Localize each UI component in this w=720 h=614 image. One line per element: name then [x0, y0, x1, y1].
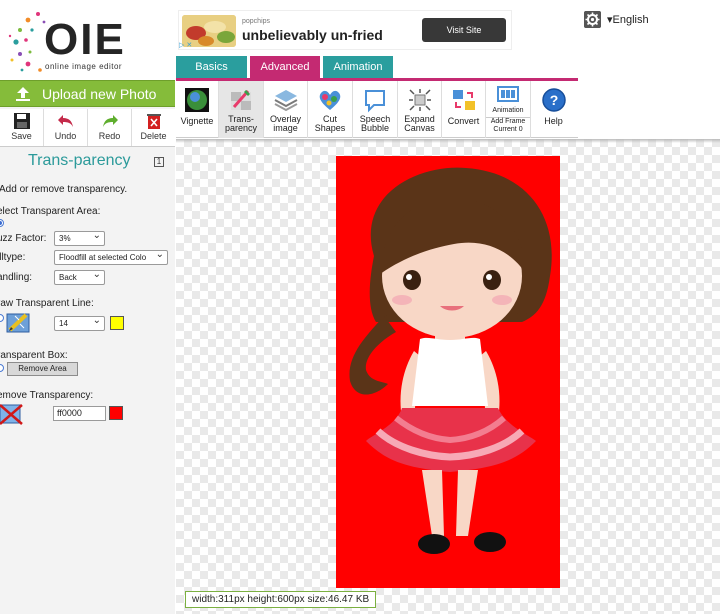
tool-cut-shapes[interactable]: Cut Shapes — [308, 81, 353, 138]
undo-icon — [57, 115, 73, 127]
tab-bar: Basics Advanced Animation — [176, 56, 578, 80]
cut-shapes-icon — [319, 90, 341, 110]
undo-button[interactable]: Undo — [44, 109, 88, 146]
tool-expand-canvas[interactable]: Expand Canvas — [398, 81, 442, 138]
current-frame-label: Current 0 — [493, 126, 523, 133]
remove-transparency-label: emove Transparency: — [0, 390, 94, 401]
tool-help[interactable]: ? Help — [531, 81, 576, 138]
cut-shapes-label-2: Shapes — [314, 123, 346, 133]
help-label: Help — [544, 116, 563, 126]
vignette-label: Vignette — [180, 116, 214, 126]
speech-bubble-icon — [365, 90, 385, 113]
ad-headline: unbelievably un-fried — [242, 27, 383, 43]
delete-label: Delete — [140, 131, 167, 141]
tool-speech-bubble[interactable]: Speech Bubble — [353, 81, 398, 138]
ad-choices-icon[interactable]: ▷ ✕ — [179, 41, 192, 49]
advertisement-banner[interactable]: popchips unbelievably un-fried Visit Sit… — [178, 10, 512, 50]
tab-animation[interactable]: Animation — [323, 56, 393, 79]
upload-icon — [16, 86, 30, 101]
panel-title: Trans-parency — [28, 152, 131, 169]
cartoon-girl-illustration — [349, 167, 552, 554]
select-area-radio[interactable] — [0, 219, 4, 227]
animation-label: Animation — [492, 107, 524, 114]
select-area-label: elect Transparent Area: — [0, 206, 101, 217]
tab-advanced[interactable]: Advanced — [250, 56, 320, 79]
tab-basics[interactable]: Basics — [176, 56, 247, 79]
delete-button[interactable]: Delete — [132, 109, 175, 146]
left-panel: OIE online image editor Upload new Photo… — [0, 0, 175, 614]
upload-new-photo-button[interactable]: Upload new Photo — [0, 80, 175, 107]
edited-image[interactable] — [336, 156, 560, 588]
transparency-label-2: parency — [224, 123, 258, 133]
app-logo[interactable]: OIE online image editor — [0, 0, 175, 80]
advanced-toolbar: Vignette Trans- parency Overlay image Cu… — [176, 81, 578, 138]
handling-label: andling: — [0, 272, 33, 283]
convert-label: Convert — [447, 116, 480, 126]
undo-label: Undo — [54, 131, 77, 141]
line-color-swatch[interactable] — [110, 316, 124, 330]
fuzz-factor-select[interactable]: 3% — [54, 231, 105, 246]
convert-icon — [452, 90, 475, 110]
redo-button[interactable]: Redo — [88, 109, 132, 146]
canvas-top-shadow — [176, 139, 720, 143]
tool-animation[interactable]: Animation Add Frame Current 0 — [486, 81, 531, 138]
help-icon: ? — [541, 88, 566, 112]
speech-bubble-label-2: Bubble — [360, 123, 390, 133]
expand-canvas-icon — [408, 89, 431, 111]
tool-overlay-image[interactable]: Overlay image — [264, 81, 308, 138]
delete-icon — [146, 114, 161, 129]
vignette-icon — [185, 88, 209, 112]
save-icon — [13, 113, 30, 129]
tool-vignette[interactable]: Vignette — [176, 81, 219, 138]
remove-color-input[interactable]: ff0000 — [53, 406, 106, 421]
remove-area-button[interactable]: Remove Area — [7, 362, 78, 376]
overlay-icon — [274, 90, 297, 112]
logo-text: OIE — [44, 15, 126, 64]
draw-line-radio[interactable] — [0, 314, 4, 322]
tool-transparency[interactable]: Trans- parency — [219, 81, 264, 138]
transparent-box-label: ransparent Box: — [0, 350, 68, 361]
redo-label: Redo — [98, 131, 121, 141]
remove-transparency-icon[interactable] — [0, 402, 26, 426]
collapse-panel-button[interactable]: 1 — [154, 157, 164, 167]
pencil-brush-icon[interactable] — [6, 310, 32, 334]
handling-select[interactable]: Back — [54, 270, 105, 285]
language-selector[interactable]: ▾English — [607, 13, 649, 26]
transparency-icon — [231, 90, 251, 110]
line-width-select[interactable]: 14 — [54, 316, 105, 331]
tool-convert[interactable]: Convert — [442, 81, 486, 138]
settings-gear-icon[interactable] — [584, 11, 601, 28]
fuzz-factor-label: uzz Factor: — [0, 233, 47, 244]
animation-icon — [497, 86, 519, 102]
ad-visit-site-button[interactable]: Visit Site — [422, 18, 506, 42]
save-label: Save — [11, 131, 32, 141]
ad-brand: popchips — [242, 18, 271, 25]
save-button[interactable]: Save — [0, 109, 44, 146]
redo-icon — [102, 115, 118, 127]
transparent-box-radio[interactable] — [0, 364, 4, 372]
file-actions-bar: Save Undo Redo Delete — [0, 109, 175, 147]
image-info-bar: width:311px height:600px size:46.47 KB — [185, 591, 377, 608]
svg-text:?: ? — [549, 92, 558, 108]
transparency-intro: Add or remove transparency. — [0, 184, 128, 195]
filltype-label: illtype: — [0, 252, 26, 263]
expand-canvas-label-2: Canvas — [404, 123, 435, 133]
logo-tagline: online image editor — [45, 62, 123, 71]
filltype-select[interactable]: Floodfill at selected Colo — [54, 250, 168, 265]
overlay-label-2: image — [273, 123, 298, 133]
remove-color-swatch[interactable] — [109, 406, 123, 420]
upload-label: Upload new Photo — [42, 85, 157, 102]
draw-line-label: raw Transparent Line: — [0, 298, 94, 309]
add-frame-label: Add Frame — [486, 117, 530, 126]
